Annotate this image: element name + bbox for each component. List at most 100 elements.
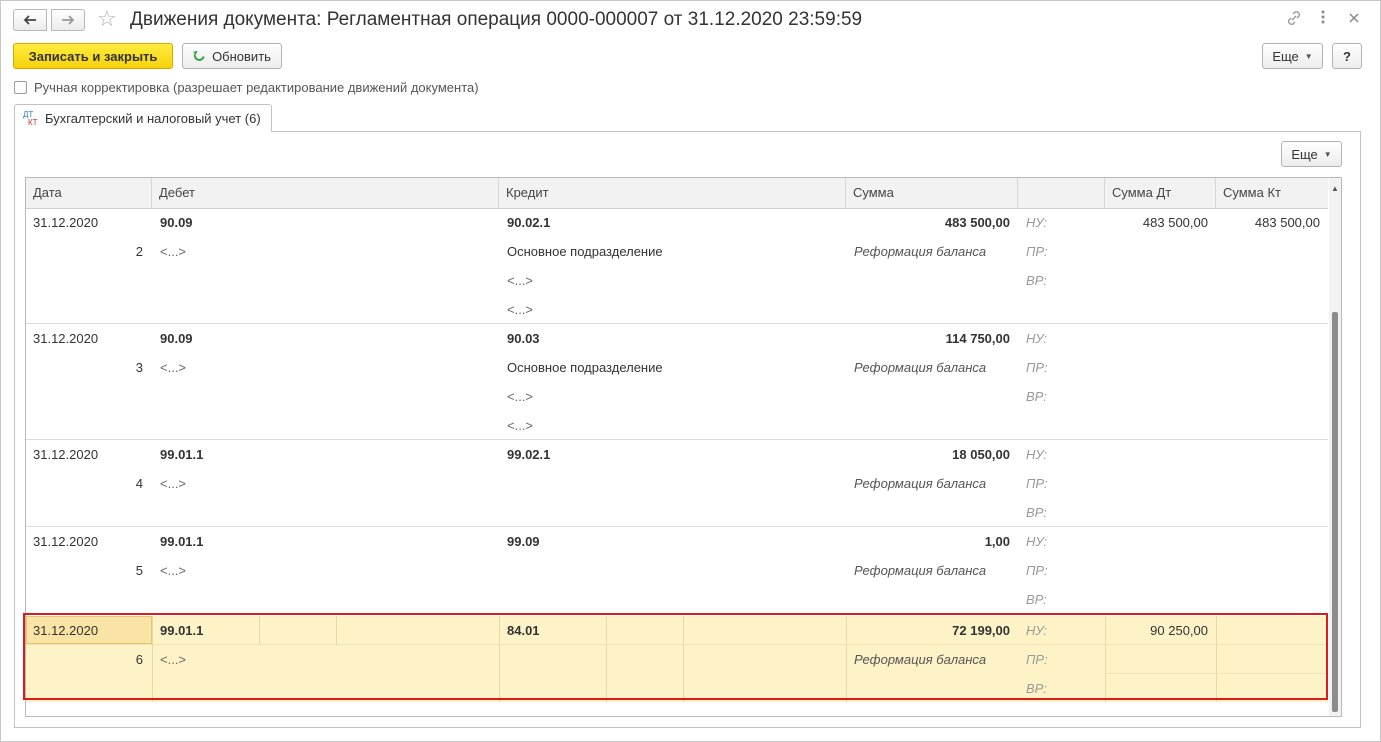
- row-credit-subconto: <...>: [507, 302, 534, 317]
- row-content: Реформация баланса: [854, 563, 987, 578]
- refresh-button[interactable]: Обновить: [182, 43, 282, 69]
- row-credit: 99.02.1: [507, 447, 551, 462]
- row-nu-label: НУ:: [1026, 331, 1048, 346]
- header-type[interactable]: [1018, 178, 1105, 208]
- row-credit: 90.02.1: [507, 215, 551, 230]
- row-sum-dt: 483 500,00: [1142, 215, 1208, 230]
- forward-button[interactable]: [51, 9, 85, 31]
- row-pr-label: ПР:: [1026, 652, 1048, 667]
- row-vr-label: ВР:: [1026, 389, 1047, 404]
- vertical-scrollbar[interactable]: ▲: [1329, 178, 1341, 716]
- column-divider: [336, 616, 337, 645]
- movements-table: Дата Дебет Кредит Сумма Сумма Дт Сумма К…: [25, 177, 1342, 717]
- favorite-star-icon[interactable]: ☆: [97, 8, 117, 30]
- row-debit-subconto: <...>: [160, 652, 187, 667]
- row-sum: 72 199,00: [952, 623, 1010, 638]
- row-number: 3: [135, 360, 143, 375]
- column-divider: [1216, 616, 1217, 702]
- header-sum-dt[interactable]: Сумма Дт: [1105, 178, 1216, 208]
- header-sum[interactable]: Сумма: [846, 178, 1018, 208]
- manual-edit-checkbox[interactable]: [14, 81, 27, 94]
- row-credit: 90.03: [507, 331, 540, 346]
- row-sum: 483 500,00: [944, 215, 1010, 230]
- row-nu-label: НУ:: [1026, 215, 1048, 230]
- more-vertical-icon[interactable]: [1320, 9, 1326, 30]
- row-nu-label: НУ:: [1026, 447, 1048, 462]
- row-number: 4: [135, 476, 143, 491]
- row-content: Реформация баланса: [854, 652, 987, 667]
- row-vr-label: ВР:: [1026, 592, 1047, 607]
- header-sum-kt[interactable]: Сумма Кт: [1216, 178, 1328, 208]
- more-label: Еще: [1272, 48, 1299, 64]
- column-divider: [499, 616, 500, 702]
- row-pr-label: ПР:: [1026, 244, 1048, 259]
- row-date: 31.12.2020: [33, 447, 99, 462]
- help-button[interactable]: ?: [1332, 43, 1362, 69]
- row-credit-subconto: Основное подразделение: [507, 244, 663, 259]
- header-credit[interactable]: Кредит: [499, 178, 846, 208]
- close-icon[interactable]: [1348, 11, 1360, 29]
- row-debit: 99.01.1: [160, 447, 204, 462]
- row-sum-kt: 483 500,00: [1254, 215, 1320, 230]
- row-nu-label: НУ:: [1026, 534, 1048, 549]
- row-nu-label: НУ:: [1026, 623, 1048, 638]
- more-button[interactable]: Еще ▼: [1262, 43, 1323, 69]
- window-title: Движения документа: Регламентная операци…: [130, 9, 863, 30]
- table-row[interactable]: 31.12.2020 3 90.09 <...> 90.03 Основное …: [26, 324, 1328, 440]
- scroll-up-icon[interactable]: ▲: [1331, 184, 1339, 193]
- row-debit-subconto: <...>: [160, 476, 187, 491]
- refresh-label: Обновить: [212, 48, 271, 64]
- row-sum: 1,00: [984, 534, 1010, 549]
- table-row-selected[interactable]: 31.12.2020 6 99.01.1 <...> 84.01 72 199,…: [26, 616, 1328, 702]
- row-pr-label: ПР:: [1026, 360, 1048, 375]
- row-credit-subconto: <...>: [507, 273, 534, 288]
- row-vr-label: ВР:: [1026, 505, 1047, 520]
- row-debit: 99.01.1: [160, 534, 204, 549]
- row-debit: 90.09: [160, 331, 193, 346]
- row-pr-label: ПР:: [1026, 563, 1048, 578]
- row-credit-subconto: <...>: [507, 418, 534, 433]
- save-and-close-button[interactable]: Записать и закрыть: [13, 43, 173, 69]
- back-button[interactable]: [13, 9, 47, 31]
- row-number: 6: [135, 652, 143, 667]
- refresh-icon: [193, 50, 205, 61]
- row-sum: 114 750,00: [945, 331, 1010, 346]
- header-debit[interactable]: Дебет: [152, 178, 499, 208]
- header-date[interactable]: Дата: [26, 178, 152, 208]
- row-content: Реформация баланса: [854, 360, 987, 375]
- table-more-label: Еще: [1291, 146, 1318, 162]
- row-date: 31.12.2020: [33, 623, 99, 638]
- row-pr-label: ПР:: [1026, 476, 1048, 491]
- row-content: Реформация баланса: [854, 476, 987, 491]
- dt-kt-icon: ДТ КТ: [23, 109, 38, 127]
- row-credit-subconto: Основное подразделение: [507, 360, 663, 375]
- row-debit-subconto: <...>: [160, 563, 187, 578]
- table-more-button[interactable]: Еще ▼: [1281, 141, 1342, 167]
- column-divider: [259, 616, 260, 645]
- row-debit-subconto: <...>: [160, 360, 187, 375]
- row-date: 31.12.2020: [33, 534, 99, 549]
- scrollbar-thumb[interactable]: [1332, 312, 1338, 712]
- row-content: Реформация баланса: [854, 244, 987, 259]
- tab-accounting-label: Бухгалтерский и налоговый учет (6): [45, 111, 261, 126]
- row-sum-dt: 90 250,00: [1150, 623, 1208, 638]
- manual-edit-label: Ручная корректировка (разрешает редактир…: [34, 80, 479, 95]
- row-debit-subconto: <...>: [160, 244, 187, 259]
- row-vr-label: ВР:: [1026, 681, 1047, 696]
- row-number: 5: [135, 563, 143, 578]
- dropdown-caret-icon: ▼: [1304, 51, 1313, 61]
- row-vr-label: ВР:: [1026, 273, 1047, 288]
- column-divider: [606, 616, 607, 702]
- row-credit: 84.01: [507, 623, 540, 638]
- row-date: 31.12.2020: [33, 215, 99, 230]
- row-sum: 18 050,00: [952, 447, 1010, 462]
- tab-accounting[interactable]: ДТ КТ Бухгалтерский и налоговый учет (6): [14, 104, 272, 132]
- row-date: 31.12.2020: [33, 331, 99, 346]
- dropdown-caret-icon: ▼: [1323, 149, 1332, 159]
- row-number: 2: [135, 244, 143, 259]
- link-icon[interactable]: [1286, 10, 1302, 31]
- table-row[interactable]: 31.12.2020 4 99.01.1 <...> 99.02.1 18 05…: [26, 440, 1328, 527]
- table-row[interactable]: 31.12.2020 2 90.09 <...> 90.02.1 Основно…: [26, 208, 1328, 324]
- manual-edit-row: Ручная корректировка (разрешает редактир…: [14, 80, 479, 95]
- table-row[interactable]: 31.12.2020 5 99.01.1 <...> 99.09 1,00 Ре…: [26, 527, 1328, 614]
